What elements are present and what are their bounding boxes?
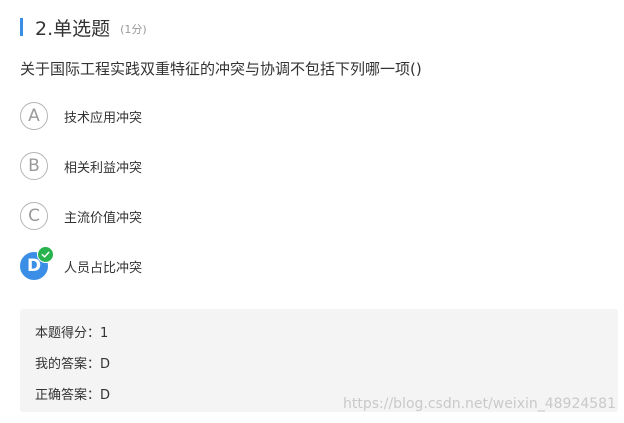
- question-number: 2.单选题: [35, 17, 111, 40]
- check-icon: [37, 246, 54, 263]
- option-a-circle[interactable]: A: [20, 102, 48, 130]
- my-answer-text: 我的答案：D: [35, 357, 111, 372]
- question-score: (1分): [120, 23, 147, 36]
- option-d-label: 人员占比冲突: [64, 260, 143, 276]
- option-c-letter: C: [28, 206, 40, 226]
- watermark: https://blog.csdn.net/weixin_48924581: [342, 396, 616, 412]
- option-a-letter: A: [28, 106, 40, 126]
- option-a[interactable]: A 技术应用冲突: [20, 101, 142, 131]
- option-c-circle[interactable]: C: [20, 202, 48, 230]
- option-b-letter: B: [28, 156, 40, 176]
- option-b-circle[interactable]: B: [20, 152, 48, 180]
- accent-bar: [20, 18, 23, 36]
- option-d[interactable]: D 人员占比冲突: [20, 246, 143, 281]
- option-d-circle[interactable]: D: [20, 246, 54, 280]
- option-b[interactable]: B 相关利益冲突: [20, 151, 142, 181]
- question-header: 2.单选题 (1分): [20, 15, 147, 40]
- score-text: 本题得分：1: [35, 326, 109, 341]
- correct-answer-text: 正确答案：D: [35, 388, 111, 403]
- option-b-label: 相关利益冲突: [64, 160, 143, 176]
- option-c-label: 主流价值冲突: [64, 210, 143, 226]
- question-stem: 关于国际工程实践双重特征的冲突与协调不包括下列哪一项(): [20, 60, 422, 78]
- option-c[interactable]: C 主流价值冲突: [20, 201, 142, 231]
- option-a-label: 技术应用冲突: [64, 110, 143, 126]
